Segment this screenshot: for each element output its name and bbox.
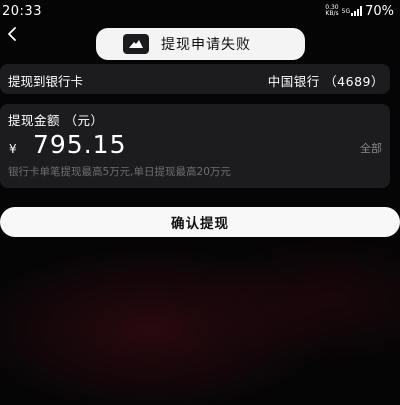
- bank-card-row[interactable]: 提现到银行卡 中国银行 （4689）: [0, 64, 390, 94]
- bank-card-label: 提现到银行卡: [8, 74, 84, 89]
- signal-icon: 5G: [341, 6, 363, 16]
- amount-title: 提现金额 （元）: [8, 113, 104, 128]
- network-speed-unit: KB/s: [325, 10, 339, 17]
- signal-label: 5G: [341, 7, 351, 15]
- status-indicators: 0.30 KB/s 5G 70%: [325, 3, 394, 19]
- currency-symbol: ¥: [9, 142, 17, 156]
- status-time: 20:33: [2, 4, 42, 19]
- confirm-withdraw-label: 确认提现: [171, 216, 229, 232]
- error-toast: 提现申请失败: [96, 28, 305, 60]
- amount-input[interactable]: 795.15: [33, 130, 126, 159]
- chevron-left-icon: [8, 27, 16, 41]
- limit-note: 银行卡单笔提现最高5万元,单日提现最高20万元: [8, 166, 231, 178]
- signal-bars-icon: [351, 6, 363, 16]
- app-logo-icon: [123, 34, 149, 54]
- toast-message: 提现申请失败: [161, 37, 251, 53]
- network-speed: 0.30 KB/s: [325, 5, 338, 17]
- withdraw-all-button[interactable]: 全部: [360, 140, 382, 156]
- status-bar: 20:33 0.30 KB/s 5G 70%: [0, 0, 400, 24]
- back-button[interactable]: [0, 22, 24, 46]
- bank-card-value: 中国银行 （4689）: [267, 74, 384, 89]
- confirm-withdraw-button[interactable]: 确认提现: [0, 207, 400, 237]
- battery-level: 70%: [365, 3, 394, 19]
